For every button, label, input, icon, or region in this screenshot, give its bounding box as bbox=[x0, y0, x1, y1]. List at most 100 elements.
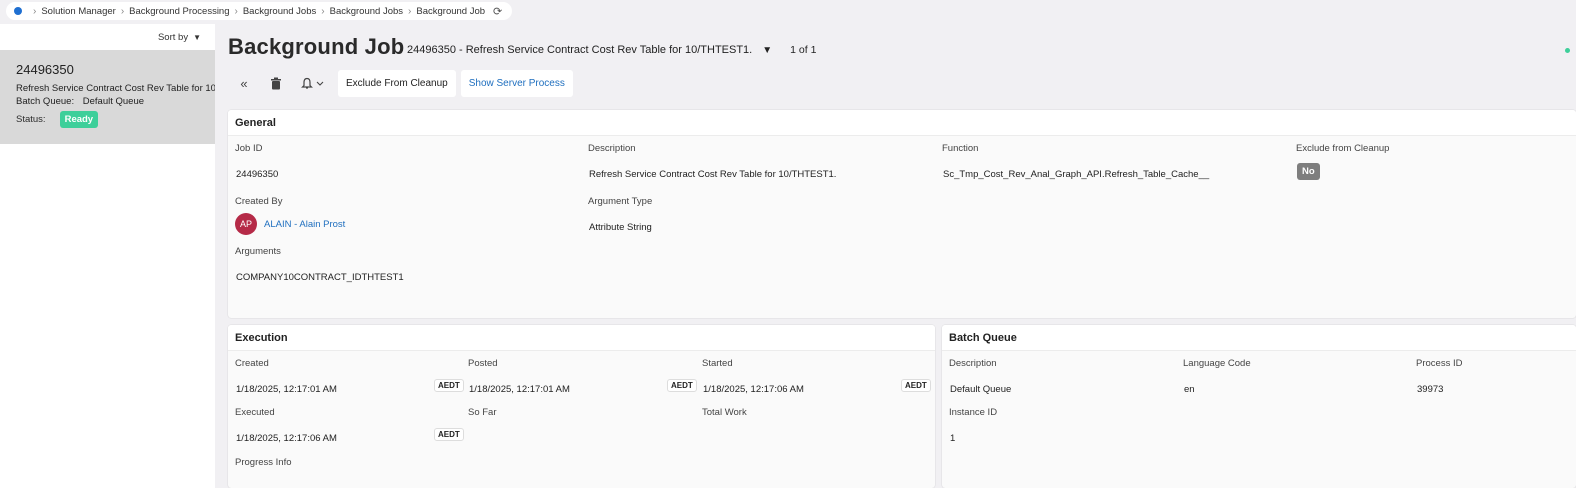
process-id-value: 39973 bbox=[1417, 384, 1444, 395]
posted-label: Posted bbox=[468, 358, 498, 369]
process-id-field: Process ID 39973 bbox=[1416, 358, 1462, 395]
instance-id-value: 1 bbox=[950, 433, 956, 444]
created-label: Created bbox=[235, 358, 269, 369]
card-batch-queue: Batch Queue: Default Queue bbox=[16, 95, 215, 108]
execution-panel-title: Execution bbox=[228, 325, 935, 351]
general-panel-title: General bbox=[228, 110, 1576, 136]
total-work-label: Total Work bbox=[702, 407, 747, 418]
created-by-label: Created By bbox=[235, 196, 283, 207]
bell-icon[interactable] bbox=[296, 72, 330, 96]
queue-description-value: Default Queue bbox=[950, 384, 1012, 395]
progress-info-field: Progress Info bbox=[235, 457, 292, 468]
trash-icon-svg bbox=[271, 77, 281, 90]
status-dot-icon bbox=[1565, 48, 1570, 53]
instance-id-label: Instance ID bbox=[949, 407, 998, 418]
job-id-label: Job ID bbox=[235, 143, 263, 154]
card-description: Refresh Service Contract Cost Rev Table … bbox=[16, 83, 215, 94]
timezone-badge: AEDT bbox=[434, 428, 464, 441]
caret-down-icon[interactable]: ▼ bbox=[762, 45, 772, 56]
created-by-field: Created By AP ALAIN - Alain Prost bbox=[235, 196, 345, 235]
posted-field: Posted 1/18/2025, 12:17:01 AM bbox=[468, 358, 570, 395]
job-id-field: Job ID 24496350 bbox=[235, 143, 278, 180]
function-value: Sc_Tmp_Cost_Rev_Anal_Graph_API.Refresh_T… bbox=[943, 169, 1210, 180]
page-title: Background Job bbox=[228, 34, 405, 59]
posted-value: 1/18/2025, 12:17:01 AM bbox=[469, 384, 570, 395]
breadcrumb-background-job: Background Job bbox=[416, 5, 486, 17]
batch-queue-panel: Batch Queue Description Default Queue La… bbox=[942, 325, 1576, 488]
show-server-process-button[interactable]: Show Server Process bbox=[460, 70, 573, 97]
card-status-label: Status: bbox=[16, 114, 46, 125]
description-label: Description bbox=[588, 143, 636, 154]
created-field: Created 1/18/2025, 12:17:01 AM bbox=[235, 358, 337, 395]
language-code-value: en bbox=[1184, 384, 1195, 395]
status-badge: Ready bbox=[59, 111, 99, 128]
breadcrumb-solution-manager[interactable]: Solution Manager bbox=[41, 6, 115, 17]
argument-type-field: Argument Type Attribute String bbox=[588, 196, 652, 233]
function-label: Function bbox=[942, 143, 979, 154]
home-dot-icon[interactable] bbox=[14, 7, 22, 15]
caret-down-icon: ▼ bbox=[193, 32, 201, 42]
language-code-label: Language Code bbox=[1183, 358, 1251, 369]
queue-description-field: Description Default Queue bbox=[949, 358, 1011, 395]
created-value: 1/18/2025, 12:17:01 AM bbox=[236, 384, 337, 395]
so-far-label: So Far bbox=[468, 407, 497, 418]
function-field: Function Sc_Tmp_Cost_Rev_Anal_Graph_API.… bbox=[942, 143, 1209, 180]
sort-by-label: Sort by bbox=[157, 31, 189, 43]
card-job-id: 24496350 bbox=[16, 62, 74, 77]
queue-description-label: Description bbox=[949, 358, 997, 369]
so-far-field: So Far bbox=[468, 407, 497, 418]
chevron-right-icon: › bbox=[408, 5, 412, 17]
instance-id-field: Instance ID 1 bbox=[949, 407, 997, 444]
chevron-right-icon: › bbox=[234, 5, 238, 17]
avatar: AP bbox=[235, 213, 257, 235]
exclude-cleanup-badge: No bbox=[1297, 163, 1320, 180]
language-code-field: Language Code en bbox=[1183, 358, 1251, 395]
arguments-value: COMPANY10CONTRACT_IDTHTEST1 bbox=[236, 272, 404, 283]
breadcrumb: › Solution Manager › Background Processi… bbox=[6, 2, 513, 20]
executed-label: Executed bbox=[235, 407, 275, 418]
started-field: Started 1/18/2025, 12:17:06 AM bbox=[702, 358, 804, 395]
sort-by-control[interactable]: Sort by ▼ bbox=[0, 24, 215, 50]
created-by-row: AP ALAIN - Alain Prost bbox=[235, 213, 345, 235]
started-value: 1/18/2025, 12:17:06 AM bbox=[703, 384, 804, 395]
breadcrumb-background-jobs-2[interactable]: Background Jobs bbox=[330, 6, 403, 17]
chevron-right-icon: › bbox=[33, 5, 37, 17]
pager-count: 1 of 1 bbox=[790, 44, 817, 56]
job-id-value: 24496350 bbox=[236, 169, 279, 180]
record-selector[interactable]: 24496350 - Refresh Service Contract Cost… bbox=[407, 44, 816, 56]
execution-panel: Execution Created 1/18/2025, 12:17:01 AM… bbox=[228, 325, 935, 488]
total-work-field: Total Work bbox=[702, 407, 747, 418]
exclude-from-cleanup-button[interactable]: Exclude From Cleanup bbox=[338, 70, 456, 97]
exclude-cleanup-label: Exclude from Cleanup bbox=[1296, 143, 1390, 154]
timezone-badge: AEDT bbox=[434, 379, 464, 392]
general-panel: General Job ID 24496350 Description Refr… bbox=[228, 110, 1576, 318]
arguments-field: Arguments COMPANY10CONTRACT_IDTHTEST1 bbox=[235, 246, 404, 283]
batch-queue-panel-title: Batch Queue bbox=[942, 325, 1576, 351]
breadcrumb-background-processing[interactable]: Background Processing bbox=[129, 6, 229, 17]
card-queue-label: Batch Queue: bbox=[16, 96, 75, 107]
list-item[interactable]: 24496350 Refresh Service Contract Cost R… bbox=[0, 50, 215, 144]
trash-icon[interactable] bbox=[264, 72, 288, 96]
double-chevron-left-icon[interactable]: « bbox=[232, 72, 256, 96]
timezone-badge: AEDT bbox=[667, 379, 697, 392]
refresh-icon[interactable]: ⟳ bbox=[493, 5, 502, 18]
progress-info-label: Progress Info bbox=[235, 457, 292, 468]
record-list-panel: Sort by ▼ 24496350 Refresh Service Contr… bbox=[0, 24, 215, 488]
record-title: 24496350 - Refresh Service Contract Cost… bbox=[407, 44, 753, 56]
chevron-right-icon: › bbox=[321, 5, 325, 17]
bell-dropdown-svg bbox=[301, 77, 324, 89]
started-label: Started bbox=[702, 358, 733, 369]
breadcrumb-background-jobs[interactable]: Background Jobs bbox=[243, 6, 316, 17]
card-queue-value: Default Queue bbox=[82, 96, 145, 107]
description-value: Refresh Service Contract Cost Rev Table … bbox=[589, 169, 837, 180]
created-by-link[interactable]: ALAIN - Alain Prost bbox=[264, 219, 345, 230]
process-id-label: Process ID bbox=[1416, 358, 1463, 369]
executed-field: Executed 1/18/2025, 12:17:06 AM bbox=[235, 407, 337, 444]
arguments-label: Arguments bbox=[235, 246, 281, 257]
argument-type-label: Argument Type bbox=[588, 196, 653, 207]
toolbar: « Exclude From Cleanup Show Server Proce… bbox=[232, 70, 578, 97]
argument-type-value: Attribute String bbox=[589, 222, 652, 233]
chevron-right-icon: › bbox=[120, 5, 125, 17]
timezone-badge: AEDT bbox=[901, 379, 931, 392]
executed-value: 1/18/2025, 12:17:06 AM bbox=[236, 433, 337, 444]
